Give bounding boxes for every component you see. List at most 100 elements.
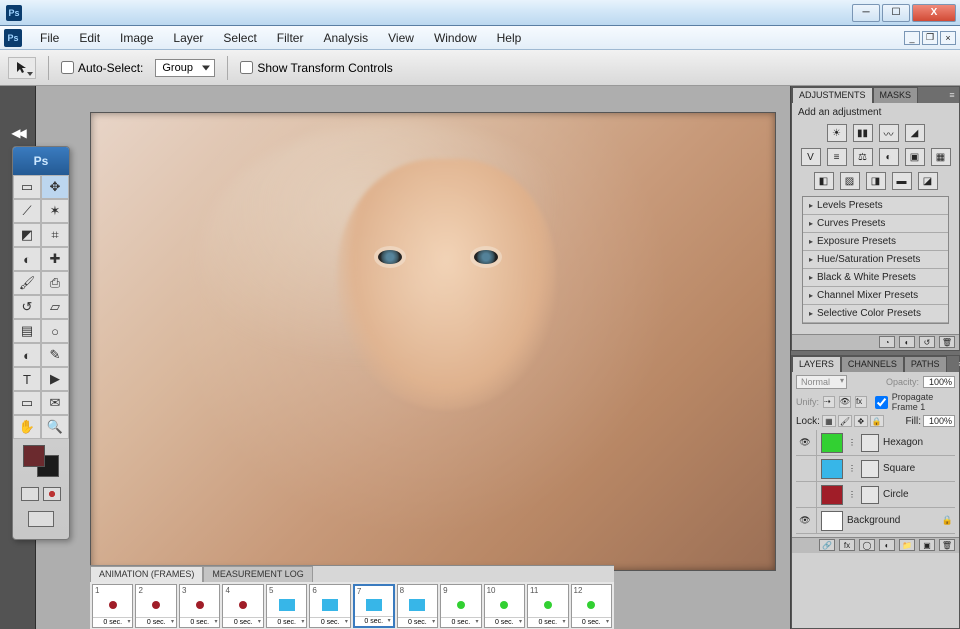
layers-fx-button[interactable]: fx bbox=[839, 539, 855, 551]
layer-link-icon[interactable]: ⋮ bbox=[847, 464, 857, 473]
tab-paths[interactable]: PATHS bbox=[904, 356, 947, 372]
slice-tool[interactable]: ⌗ bbox=[41, 223, 69, 247]
animation-frame[interactable]: 90 sec. bbox=[440, 584, 481, 628]
fill-input[interactable]: 100% bbox=[923, 415, 955, 427]
animation-frame[interactable]: 40 sec. bbox=[222, 584, 263, 628]
hue-sat-icon[interactable]: ≡ bbox=[827, 148, 847, 166]
layer-link-icon[interactable]: ⋮ bbox=[847, 438, 857, 447]
lock-transparency-icon[interactable]: ▦ bbox=[822, 415, 836, 427]
color-swatches[interactable] bbox=[23, 445, 59, 477]
rect-marquee-tool[interactable]: ▭ bbox=[13, 175, 41, 199]
show-transform-checkbox[interactable]: Show Transform Controls bbox=[240, 61, 392, 75]
levels-icon[interactable]: ▮▮ bbox=[853, 124, 873, 142]
preset-curves-presets[interactable]: Curves Presets bbox=[803, 215, 948, 233]
menu-help[interactable]: Help bbox=[487, 28, 532, 48]
lasso-tool[interactable]: ⟋ bbox=[13, 199, 41, 223]
layer-mask-thumbnail[interactable] bbox=[861, 460, 879, 478]
gradient-map-icon[interactable]: ▬ bbox=[892, 172, 912, 190]
frame-delay[interactable]: 0 sec. bbox=[355, 616, 393, 626]
animation-frame[interactable]: 110 sec. bbox=[527, 584, 568, 628]
frame-delay[interactable]: 0 sec. bbox=[441, 617, 480, 627]
timeline-tab-measurement[interactable]: MEASUREMENT LOG bbox=[203, 566, 312, 582]
layer-name[interactable]: Square bbox=[883, 463, 953, 474]
foreground-color-swatch[interactable] bbox=[23, 445, 45, 467]
channel-mixer-icon[interactable]: ▦ bbox=[931, 148, 951, 166]
layers-adjustment-button[interactable]: ◐ bbox=[879, 539, 895, 551]
standard-mode-icon[interactable] bbox=[21, 487, 39, 501]
pen-tool[interactable]: ✎ bbox=[41, 343, 69, 367]
eraser-tool[interactable]: ▱ bbox=[41, 295, 69, 319]
doc-close-button[interactable]: × bbox=[940, 31, 956, 45]
layer-thumbnail[interactable] bbox=[821, 485, 843, 505]
layer-thumbnail[interactable] bbox=[821, 459, 843, 479]
selective-color-icon[interactable]: ◪ bbox=[918, 172, 938, 190]
current-tool-icon[interactable] bbox=[8, 57, 36, 79]
layers-link-button[interactable]: 🔗 bbox=[819, 539, 835, 551]
move-tool[interactable]: ✥ bbox=[41, 175, 69, 199]
frame-delay[interactable]: 0 sec. bbox=[223, 617, 262, 627]
unify-style-icon[interactable]: fx bbox=[855, 396, 867, 408]
layer-visibility-icon[interactable] bbox=[798, 514, 812, 528]
posterize-icon[interactable]: ▨ bbox=[840, 172, 860, 190]
doc-restore-button[interactable]: ❐ bbox=[922, 31, 938, 45]
animation-frame[interactable]: 120 sec. bbox=[571, 584, 612, 628]
frame-delay[interactable]: 0 sec. bbox=[485, 617, 524, 627]
menu-select[interactable]: Select bbox=[213, 28, 266, 48]
layers-delete-button[interactable]: 🗑 bbox=[939, 539, 955, 551]
gradient-tool[interactable]: ▤ bbox=[13, 319, 41, 343]
frame-delay[interactable]: 0 sec. bbox=[572, 617, 611, 627]
frame-delay[interactable]: 0 sec. bbox=[136, 617, 175, 627]
menu-image[interactable]: Image bbox=[110, 28, 163, 48]
adjustments-panel-menu-icon[interactable]: ≡ bbox=[945, 87, 959, 103]
crop-tool[interactable]: ◩ bbox=[13, 223, 41, 247]
layer-link-icon[interactable]: ⋮ bbox=[847, 490, 857, 499]
preset-black-white-presets[interactable]: Black & White Presets bbox=[803, 269, 948, 287]
tools-panel[interactable]: Ps ▭✥⟋✶◩⌗◐✚🖌⎙↺▱▤○◐✎T▶▭✉✋🔍 bbox=[12, 146, 70, 540]
layer-row[interactable]: ⋮ Circle bbox=[796, 482, 955, 508]
magic-wand-tool[interactable]: ✶ bbox=[41, 199, 69, 223]
preset-channel-mixer-presets[interactable]: Channel Mixer Presets bbox=[803, 287, 948, 305]
layers-new-button[interactable]: ▣ bbox=[919, 539, 935, 551]
adjustments-delete-button[interactable]: 🗑 bbox=[939, 336, 955, 348]
menu-file[interactable]: File bbox=[30, 28, 69, 48]
preset-levels-presets[interactable]: Levels Presets bbox=[803, 197, 948, 215]
tab-masks[interactable]: MASKS bbox=[873, 87, 919, 103]
notes-tool[interactable]: ✉ bbox=[41, 391, 69, 415]
layer-thumbnail[interactable] bbox=[821, 433, 843, 453]
layer-row[interactable]: ⋮Hexagon bbox=[796, 430, 955, 456]
healing-brush-tool[interactable]: ✚ bbox=[41, 247, 69, 271]
eyedropper-tool[interactable]: ◐ bbox=[13, 247, 41, 271]
path-select-tool[interactable]: ▶ bbox=[41, 367, 69, 391]
dodge-tool[interactable]: ◐ bbox=[13, 343, 41, 367]
rectangle-shape-tool[interactable]: ▭ bbox=[13, 391, 41, 415]
history-brush-tool[interactable]: ↺ bbox=[13, 295, 41, 319]
layer-visibility-icon[interactable] bbox=[798, 436, 812, 450]
frame-delay[interactable]: 0 sec. bbox=[93, 617, 132, 627]
menu-window[interactable]: Window bbox=[424, 28, 487, 48]
blend-mode-select[interactable]: Normal bbox=[796, 375, 847, 389]
animation-frame[interactable]: 30 sec. bbox=[179, 584, 220, 628]
layer-visibility-icon[interactable] bbox=[798, 488, 812, 502]
propagate-frame-checkbox[interactable] bbox=[875, 396, 888, 409]
preset-exposure-presets[interactable]: Exposure Presets bbox=[803, 233, 948, 251]
blur-tool[interactable]: ○ bbox=[41, 319, 69, 343]
window-maximize-button[interactable]: ☐ bbox=[882, 4, 910, 22]
layer-name[interactable]: Background bbox=[847, 515, 938, 526]
animation-frame[interactable]: 60 sec. bbox=[309, 584, 350, 628]
layer-row[interactable]: Background🔒 bbox=[796, 508, 955, 534]
layer-name[interactable]: Circle bbox=[883, 489, 953, 500]
animation-frame[interactable]: 80 sec. bbox=[397, 584, 438, 628]
menu-analysis[interactable]: Analysis bbox=[313, 28, 378, 48]
curves-icon[interactable]: 〰 bbox=[879, 124, 899, 142]
menu-filter[interactable]: Filter bbox=[267, 28, 314, 48]
auto-select-checkbox[interactable]: Auto-Select: bbox=[61, 61, 143, 75]
layer-mask-thumbnail[interactable] bbox=[861, 486, 879, 504]
brush-tool[interactable]: 🖌 bbox=[13, 271, 41, 295]
frame-delay[interactable]: 0 sec. bbox=[180, 617, 219, 627]
menu-edit[interactable]: Edit bbox=[69, 28, 110, 48]
animation-frame[interactable]: 10 sec. bbox=[92, 584, 133, 628]
layer-thumbnail[interactable] bbox=[821, 511, 843, 531]
doc-minimize-button[interactable]: _ bbox=[904, 31, 920, 45]
layer-row[interactable]: ⋮ Square bbox=[796, 456, 955, 482]
preset-selective-color-presets[interactable]: Selective Color Presets bbox=[803, 305, 948, 323]
